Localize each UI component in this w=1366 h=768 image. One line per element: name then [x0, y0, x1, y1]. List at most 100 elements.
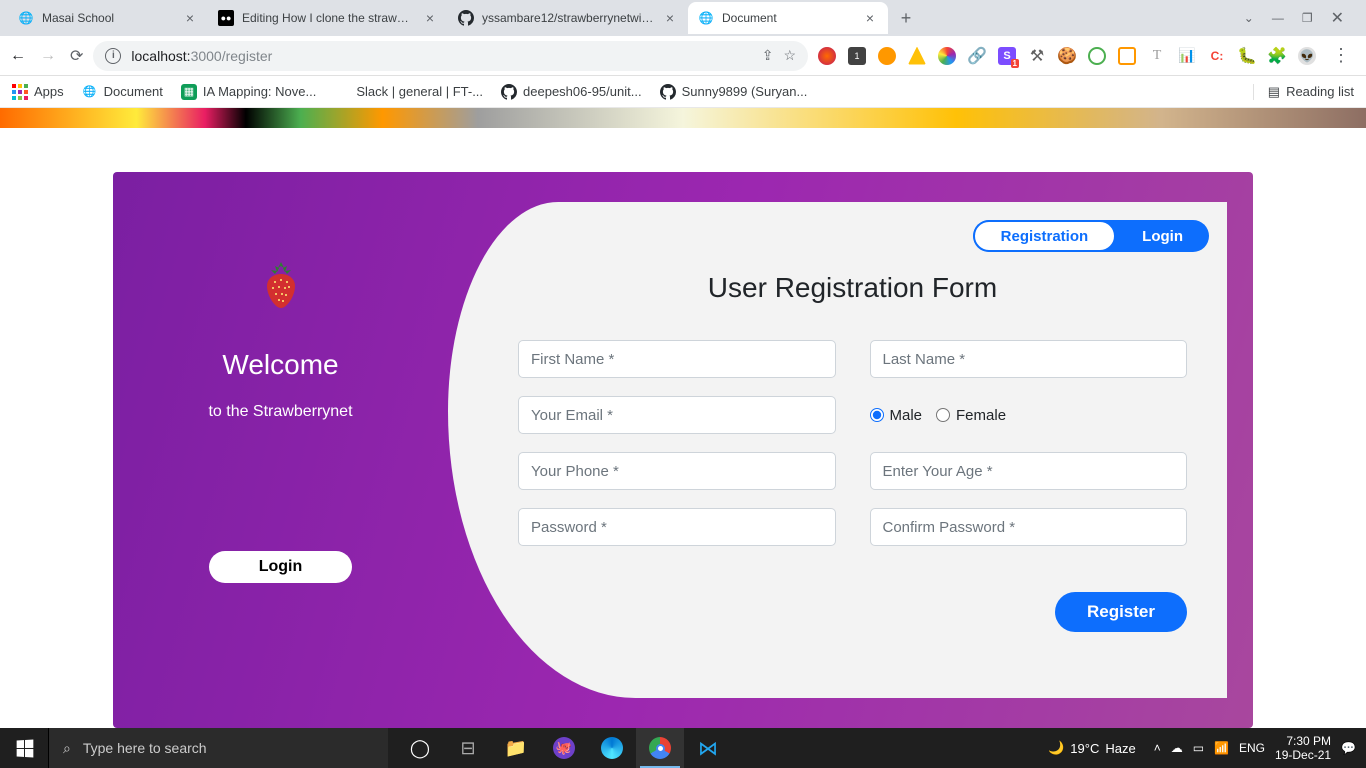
extensions-icon[interactable]: 🧩	[1268, 47, 1286, 65]
ext-icon[interactable]: 🔗	[968, 47, 986, 65]
ext-icon[interactable]	[1118, 47, 1136, 65]
password-input[interactable]	[518, 508, 836, 546]
windows-icon	[16, 739, 33, 757]
phone-input[interactable]	[518, 452, 836, 490]
globe-icon: 🌐	[698, 10, 714, 26]
reading-list-button[interactable]: ▤ Reading list	[1253, 84, 1354, 100]
ext-icon[interactable]: S1	[998, 47, 1016, 65]
strawberry-icon	[261, 262, 301, 321]
github-icon	[501, 84, 517, 100]
onedrive-icon[interactable]: ☁	[1171, 741, 1183, 755]
bookmark-deepesh[interactable]: deepesh06-95/unit...	[501, 84, 642, 100]
task-view-button[interactable]: ◯	[396, 728, 444, 768]
globe-icon: 🌐	[18, 10, 34, 26]
window-close-icon[interactable]: ✕	[1331, 8, 1344, 28]
male-radio[interactable]	[870, 408, 884, 422]
apps-icon	[12, 84, 28, 100]
ext-icon[interactable]: ⚒	[1028, 47, 1046, 65]
reload-button[interactable]: ⟳	[70, 46, 83, 66]
page-viewport[interactable]: Welcome to the Strawberrynet Login Regis…	[0, 108, 1366, 728]
ext-icon[interactable]	[878, 47, 896, 65]
ext-icon[interactable]: 📊	[1178, 47, 1196, 65]
github-icon	[660, 84, 676, 100]
login-button[interactable]: Login	[209, 551, 353, 583]
bookmark-document[interactable]: 🌐 Document	[82, 84, 163, 100]
minimize-icon[interactable]: —	[1272, 11, 1284, 25]
ext-icon[interactable]	[818, 47, 836, 65]
banner-image	[0, 108, 1366, 128]
close-icon[interactable]: ×	[662, 10, 678, 26]
extensions: 1 🔗 S1 ⚒ 🍪 T 📊 C: 🐛 🧩 👽	[818, 47, 1316, 65]
tab-document[interactable]: 🌐 Document ×	[688, 2, 888, 34]
list-icon: ▤	[1268, 84, 1280, 100]
explorer-button[interactable]: 📁	[492, 728, 540, 768]
ext-icon[interactable]: 🍪	[1058, 47, 1076, 65]
share-icon[interactable]: ⇪	[762, 47, 774, 64]
tab-login[interactable]: Login	[1116, 220, 1209, 252]
clock[interactable]: 7:30 PM 19-Dec-21	[1275, 734, 1331, 763]
ext-icon[interactable]: T	[1148, 47, 1166, 65]
female-radio[interactable]	[936, 408, 950, 422]
bookmark-slack[interactable]: ❇ Slack | general | FT-...	[334, 84, 483, 100]
github-desktop-button[interactable]: 🐙	[540, 728, 588, 768]
bookmark-sunny[interactable]: Sunny9899 (Suryan...	[660, 84, 808, 100]
female-label: Female	[956, 407, 1006, 424]
last-name-input[interactable]	[870, 340, 1188, 378]
menu-button[interactable]: ⋮	[1326, 45, 1356, 66]
ext-icon[interactable]	[908, 47, 926, 65]
wifi-icon[interactable]: 📶	[1214, 741, 1229, 755]
close-icon[interactable]: ×	[182, 10, 198, 26]
age-input[interactable]	[870, 452, 1188, 490]
new-tab-button[interactable]: +	[892, 4, 920, 32]
tab-registration[interactable]: Registration	[973, 220, 1117, 252]
date-text: 19-Dec-21	[1275, 748, 1331, 762]
taskbar: ⌕ Type here to search ◯ ⊟ 📁 🐙 ⋈ 🌙 19°C H…	[0, 728, 1366, 768]
weather-icon: 🌙	[1048, 740, 1064, 756]
ext-icon[interactable]: C:	[1208, 47, 1226, 65]
github-icon	[458, 10, 474, 26]
tab-title: Masai School	[42, 11, 174, 25]
chrome-button[interactable]	[636, 728, 684, 768]
system-tray: 🌙 19°C Haze ˄ ☁ ▭ 📶 ENG 7:30 PM 19-Dec-2…	[1038, 728, 1366, 768]
search-placeholder: Type here to search	[83, 740, 207, 756]
language-indicator[interactable]: ENG	[1239, 741, 1265, 755]
address-bar[interactable]: i localhost:3000/register ⇪ ☆	[93, 41, 808, 71]
slack-icon: ❇	[334, 84, 350, 100]
email-input[interactable]	[518, 396, 836, 434]
window-controls: ⌄ — ❐ ✕	[1244, 8, 1358, 28]
apps-button[interactable]: Apps	[12, 84, 64, 100]
tray-chevron-icon[interactable]: ˄	[1154, 741, 1161, 755]
maximize-icon[interactable]: ❐	[1302, 11, 1313, 25]
search-icon: ⌕	[63, 740, 71, 757]
bookmark-star-icon[interactable]: ☆	[783, 47, 796, 64]
url-text: localhost:3000/register	[131, 48, 751, 64]
ext-icon[interactable]	[938, 47, 956, 65]
cortana-button[interactable]: ⊟	[444, 728, 492, 768]
weather-widget[interactable]: 🌙 19°C Haze	[1048, 740, 1136, 756]
browser-chrome: 🌐 Masai School × ●● Editing How I clone …	[0, 0, 1366, 108]
vscode-button[interactable]: ⋈	[684, 728, 732, 768]
tab-masai[interactable]: 🌐 Masai School ×	[8, 2, 208, 34]
start-button[interactable]	[0, 728, 48, 768]
info-icon[interactable]: i	[105, 48, 121, 64]
first-name-input[interactable]	[518, 340, 836, 378]
bookmark-ia-mapping[interactable]: ▦ IA Mapping: Nove...	[181, 84, 316, 100]
edge-button[interactable]	[588, 728, 636, 768]
close-icon[interactable]: ×	[422, 10, 438, 26]
ext-icon[interactable]: 🐛	[1238, 47, 1256, 65]
battery-icon[interactable]: ▭	[1193, 741, 1204, 755]
medium-icon: ●●	[218, 10, 234, 26]
taskbar-search[interactable]: ⌕ Type here to search	[48, 728, 388, 768]
register-button[interactable]: Register	[1055, 592, 1187, 632]
ext-icon[interactable]: 1	[848, 47, 866, 65]
close-icon[interactable]: ×	[862, 10, 878, 26]
ext-icon[interactable]	[1088, 47, 1106, 65]
profile-icon[interactable]: 👽	[1298, 47, 1316, 65]
forward-button[interactable]: →	[40, 47, 56, 65]
notifications-icon[interactable]: 💬	[1341, 741, 1356, 755]
back-button[interactable]: ←	[10, 47, 26, 65]
chevron-down-icon[interactable]: ⌄	[1244, 11, 1254, 25]
tab-medium[interactable]: ●● Editing How I clone the strawberr ×	[208, 2, 448, 34]
tab-github[interactable]: yssambare12/strawberrynetwithb ×	[448, 2, 688, 34]
confirm-password-input[interactable]	[870, 508, 1188, 546]
